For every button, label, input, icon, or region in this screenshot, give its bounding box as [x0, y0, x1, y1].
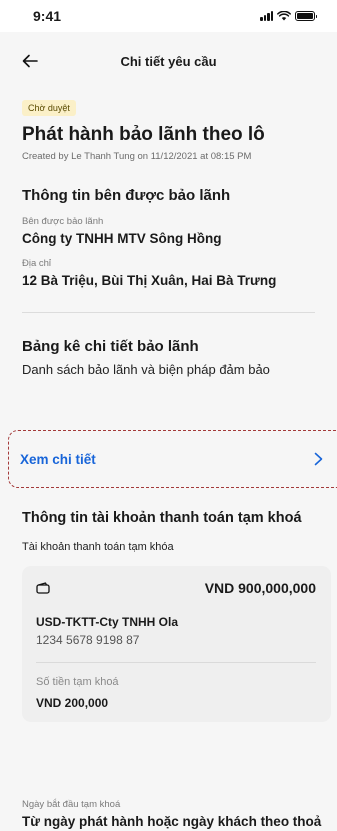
- account-section: Thông tin tài khoản thanh toán tạm khoá …: [22, 510, 331, 722]
- section-divider: [22, 311, 315, 313]
- wifi-icon: [277, 11, 291, 21]
- view-details-label: Xem chi tiết: [20, 451, 96, 467]
- created-by-text: Created by Le Thanh Tung on 11/12/2021 a…: [22, 150, 252, 162]
- view-details-button[interactable]: Xem chi tiết: [8, 430, 337, 488]
- guarantee-list-title: Bảng kê chi tiết bảo lãnh: [22, 337, 199, 355]
- account-section-title: Thông tin tài khoản thanh toán tạm khoá: [22, 510, 302, 526]
- lock-amount-label: Số tiền tạm khoá: [36, 676, 119, 688]
- account-name: USD-TKTT-Cty TNHH Ola: [36, 615, 178, 629]
- wallet-icon: [36, 582, 50, 594]
- chevron-right-icon: [314, 452, 323, 466]
- header: Chi tiết yêu cầu: [0, 32, 337, 90]
- arrow-left-icon: [22, 54, 38, 68]
- beneficiary-address-value: 12 Bà Triệu, Bùi Thị Xuân, Hai Bà Trưng: [22, 272, 277, 288]
- beneficiary-section-title: Thông tin bên được bảo lãnh: [22, 186, 231, 204]
- account-subtitle: Tài khoản thanh toán tạm khóa: [22, 541, 174, 553]
- guarantee-list-description: Danh sách bảo lãnh và biện pháp đảm bảo: [22, 361, 270, 377]
- beneficiary-name-label: Bên được bảo lãnh: [22, 215, 104, 227]
- status-bar: 9:41: [0, 0, 337, 32]
- account-card: VND 900,000,000 USD-TKTT-Cty TNHH Ola 12…: [22, 566, 331, 722]
- page-title: Phát hành bảo lãnh theo lô: [22, 124, 265, 145]
- status-badge: Chờ duyệt: [22, 100, 76, 116]
- signal-icon: [260, 11, 273, 21]
- beneficiary-name-value: Công ty TNHH MTV Sông Hồng: [22, 230, 222, 246]
- beneficiary-address-label: Địa chỉ: [22, 257, 52, 269]
- lock-start-value: Từ ngày phát hành hoặc ngày khách theo t…: [22, 814, 322, 829]
- lock-start-label: Ngày bắt đầu tạm khoá: [22, 799, 121, 810]
- card-divider: [36, 662, 316, 663]
- account-number: 1234 5678 9198 87: [36, 633, 140, 647]
- status-time: 9:41: [33, 8, 62, 24]
- account-balance: VND 900,000,000: [204, 580, 316, 596]
- page-header-title: Chi tiết yêu cầu: [120, 53, 217, 69]
- request-content: Chờ duyệt Phát hành bảo lãnh theo lô Cre…: [0, 90, 337, 377]
- battery-icon: [295, 11, 317, 21]
- status-icons: [260, 11, 317, 21]
- request-detail-screen: Chi tiết yêu cầu Chờ duyệt Phát hành bảo…: [0, 32, 337, 831]
- back-button[interactable]: [18, 49, 42, 73]
- lock-amount-value: VND 200,000: [36, 696, 109, 710]
